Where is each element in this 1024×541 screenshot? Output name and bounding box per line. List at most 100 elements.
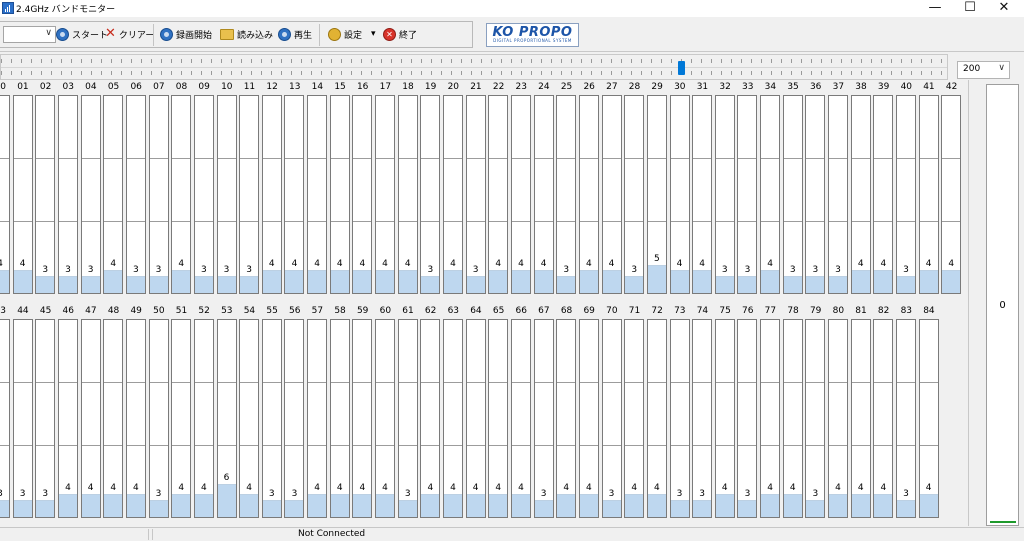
dropdown-arrow-icon: ▾ <box>371 29 376 39</box>
channel-level-fill <box>829 494 848 517</box>
channel-level-fill <box>783 276 802 293</box>
bar-gridline <box>625 221 644 222</box>
channel-75: 75 4 <box>714 304 737 524</box>
channel-level-fill <box>670 270 689 293</box>
bar-gridline <box>874 445 893 446</box>
channel-03: 03 3 <box>57 80 80 300</box>
settings-dropdown-button[interactable]: ▾ <box>371 26 376 42</box>
exit-button[interactable]: ✕ 終了 <box>383 26 417 42</box>
channel-32: 32 3 <box>714 80 737 300</box>
channel-45: 45 3 <box>34 304 57 524</box>
bar-gridline <box>489 382 508 383</box>
exit-stop-icon: ✕ <box>383 27 396 41</box>
start-button[interactable]: スタート <box>56 26 108 42</box>
status-bar: Not Connected <box>0 527 1024 541</box>
channel-level-fill <box>670 500 689 517</box>
settings-button[interactable]: 設定 <box>328 26 362 42</box>
bar-gridline <box>240 382 259 383</box>
channel-level-fill <box>58 494 77 517</box>
channel-level-bar: 3 <box>284 319 305 518</box>
channel-14: 14 4 <box>306 80 329 300</box>
channel-label: 66 <box>515 306 527 316</box>
play-button[interactable]: 再生 <box>278 26 312 42</box>
channel-level-bar: 3 <box>397 319 418 518</box>
channel-level-bar: 3 <box>714 95 735 294</box>
channel-value: 3 <box>563 265 570 275</box>
channel-label: 55 <box>266 306 278 316</box>
bar-gridline <box>240 221 259 222</box>
channel-70: 70 3 <box>601 304 624 524</box>
bar-gridline <box>330 221 349 222</box>
bar-gridline <box>172 445 191 446</box>
channel-level-fill <box>308 270 327 293</box>
channel-62: 62 4 <box>419 304 442 524</box>
bar-gridline <box>217 445 236 446</box>
clear-button[interactable]: ✕ クリアー <box>105 26 154 42</box>
time-slider[interactable] <box>0 54 948 80</box>
channel-value: 3 <box>676 489 683 499</box>
channel-30: 30 4 <box>669 80 692 300</box>
bar-gridline <box>58 221 77 222</box>
channel-label: 02 <box>39 82 52 92</box>
bar-gridline <box>693 158 712 159</box>
channel-02: 02 3 <box>34 80 57 300</box>
channel-level-fill <box>13 270 32 293</box>
channel-label: 79 <box>809 306 822 316</box>
channel-level-fill <box>421 276 440 293</box>
channel-value: 3 <box>42 489 49 499</box>
channel-value: 3 <box>155 265 162 275</box>
channel-value: 4 <box>65 483 71 493</box>
channel-label: 05 <box>107 82 120 92</box>
close-button[interactable]: ✕ <box>981 0 1024 17</box>
bar-gridline <box>194 445 213 446</box>
scale-select[interactable]: 200 ∨ <box>957 61 1010 79</box>
channel-level-fill <box>738 500 757 517</box>
channel-59: 59 4 <box>351 304 374 524</box>
bar-gridline <box>240 158 259 159</box>
channel-level-bar: 3 <box>35 95 56 294</box>
channel-label: 06 <box>130 82 142 92</box>
bar-gridline <box>715 445 734 446</box>
device-combo[interactable]: ∨ <box>3 26 56 43</box>
channel-level-bar: 4 <box>261 95 282 294</box>
channel-level-bar: 3 <box>737 95 758 294</box>
bar-gridline <box>511 221 530 222</box>
channel-value: 3 <box>903 265 909 275</box>
channel-label: 71 <box>628 306 641 316</box>
scale-select-value: 200 <box>963 64 981 74</box>
bar-gridline <box>330 382 349 383</box>
slider-thumb[interactable] <box>678 61 685 75</box>
record-button[interactable]: 録画開始 <box>160 26 212 42</box>
channel-53: 53 6 <box>216 304 239 524</box>
channel-40: 40 3 <box>895 80 918 300</box>
bar-gridline <box>874 382 893 383</box>
channel-level-fill <box>647 265 666 293</box>
channel-label: 12 <box>266 82 278 92</box>
channel-label: 15 <box>334 82 346 92</box>
channel-31: 31 4 <box>691 80 714 300</box>
channel-label: 49 <box>130 306 142 316</box>
bar-gridline <box>806 445 825 446</box>
bar-gridline <box>829 445 848 446</box>
channel-label: 19 <box>424 82 437 92</box>
slider-ticks-bottom <box>1 71 947 75</box>
channel-level-bar: 3 <box>782 95 803 294</box>
channel-level-bar: 3 <box>12 319 33 518</box>
bar-gridline <box>376 221 395 222</box>
load-button[interactable]: 読み込み <box>220 26 273 42</box>
channel-level-fill <box>444 270 462 293</box>
channel-level-fill <box>466 276 485 293</box>
channel-label: 68 <box>560 306 573 316</box>
bar-gridline <box>489 221 508 222</box>
bar-gridline <box>330 445 349 446</box>
bar-gridline <box>308 382 327 383</box>
channel-84: 84 4 <box>918 304 941 524</box>
toolbar-separator <box>153 24 154 46</box>
channel-43: 43 3 <box>0 304 12 524</box>
channel-value: 3 <box>608 489 615 499</box>
channel-26: 26 4 <box>578 80 601 300</box>
channel-level-bar: 4 <box>601 95 622 294</box>
connection-status: Not Connected <box>298 529 366 539</box>
channel-level-bar: 3 <box>737 319 758 518</box>
channel-level-fill <box>806 500 825 517</box>
